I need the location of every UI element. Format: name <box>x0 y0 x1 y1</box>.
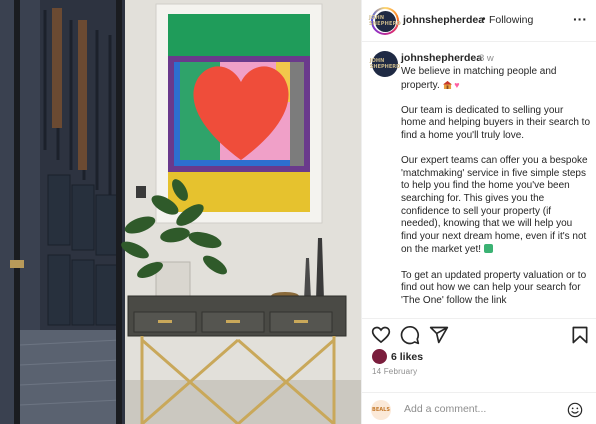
comment-bar: BEALS Add a comment... <box>362 392 596 424</box>
caption-area[interactable]: JOHN SHEPHERD johnshepherdea 8 w We beli… <box>362 43 596 315</box>
commenter-avatar: BEALS <box>371 400 391 420</box>
following-button[interactable]: Following <box>489 14 533 26</box>
caption-timestamp: 8 w <box>479 53 494 64</box>
post-date: 14 February <box>372 367 418 376</box>
comment-input[interactable]: Add a comment... <box>404 403 486 415</box>
post-photo[interactable] <box>0 0 361 424</box>
smiley-icon[interactable] <box>567 402 583 418</box>
caption-paragraph: We believe in matching people and proper… <box>401 66 557 91</box>
caption-paragraph: Our team is dedicated to selling your ho… <box>401 104 591 141</box>
header-username[interactable]: johnshepherdea <box>403 14 484 26</box>
avatar: JOHN SHEPHERD <box>369 10 401 32</box>
house-sign-emoji-icon <box>483 244 493 254</box>
post-sidebar: JOHN SHEPHERD johnshepherdea • Following… <box>361 0 596 424</box>
heart-icon[interactable] <box>371 325 391 345</box>
caption-paragraph: Our expert teams can offer you a bespoke… <box>401 155 588 256</box>
bookmark-icon[interactable] <box>570 325 590 345</box>
share-icon[interactable] <box>429 325 449 345</box>
caption-avatar[interactable]: JOHN SHEPHERD <box>370 51 400 77</box>
pink-heart-icon: ♥ <box>454 79 460 90</box>
likes-count[interactable]: 6 likes <box>391 351 423 363</box>
caption-username[interactable]: johnshepherdea <box>401 52 482 64</box>
story-avatar[interactable]: JOHN SHEPHERD <box>369 7 401 35</box>
caption-paragraph: To get an updated property valuation or … <box>401 269 587 306</box>
caption-text: We believe in matching people and proper… <box>401 66 591 315</box>
header-separator: • <box>482 14 486 25</box>
action-bar <box>362 318 596 348</box>
comment-icon[interactable] <box>400 325 420 345</box>
liker-avatar <box>372 349 387 364</box>
post-header: JOHN SHEPHERD johnshepherdea • Following… <box>362 0 596 42</box>
more-horizontal-icon[interactable]: ··· <box>573 11 587 27</box>
house-emoji-icon <box>442 80 452 89</box>
avatar-border: JOHN SHEPHERD <box>369 9 401 33</box>
interior-photo <box>0 0 361 424</box>
